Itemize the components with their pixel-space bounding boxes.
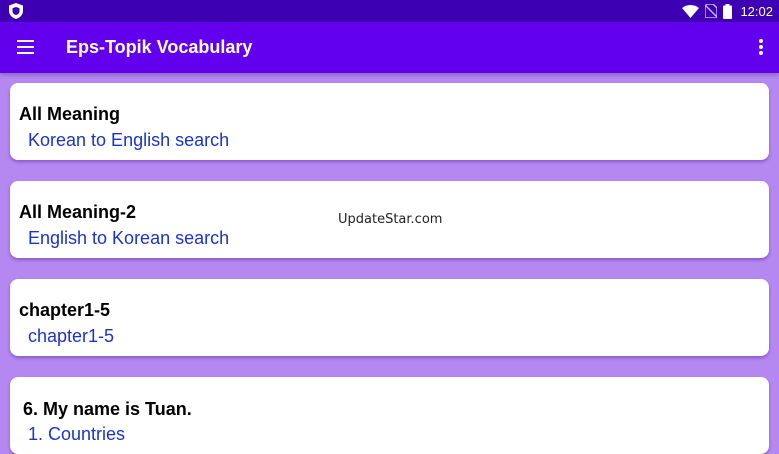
list-item[interactable]: chapter1-5 chapter1-5 (10, 279, 769, 356)
list-item-title: All Meaning (19, 104, 121, 124)
battery-icon (723, 3, 733, 19)
list-item[interactable]: All Meaning Korean to English search (10, 83, 769, 160)
list-item-subtitle: chapter1-5 (28, 326, 115, 346)
list-item-subtitle: English to Korean search (28, 228, 230, 248)
list-item-title: All Meaning-2 (19, 202, 137, 222)
list-item[interactable]: 6. My name is Tuan. 1. Countries (10, 377, 769, 454)
menu-icon[interactable] (16, 38, 36, 56)
list-item-subtitle: Korean to English search (28, 130, 230, 150)
watermark: UpdateStar.com (338, 212, 443, 227)
list-item-title: 6. My name is Tuan. (23, 399, 192, 419)
wifi-icon (682, 4, 700, 18)
app-bar: Eps-Topik Vocabulary (0, 22, 779, 73)
no-sim-icon (705, 4, 718, 18)
list-item-title: chapter1-5 (19, 300, 111, 320)
shield-icon (9, 3, 23, 19)
app-title: Eps-Topik Vocabulary (66, 37, 253, 57)
status-time: 12:02 (740, 3, 773, 19)
list-item-subtitle: 1. Countries (28, 424, 126, 444)
status-bar: 12:02 (0, 0, 779, 22)
overflow-menu-icon[interactable] (755, 37, 767, 57)
